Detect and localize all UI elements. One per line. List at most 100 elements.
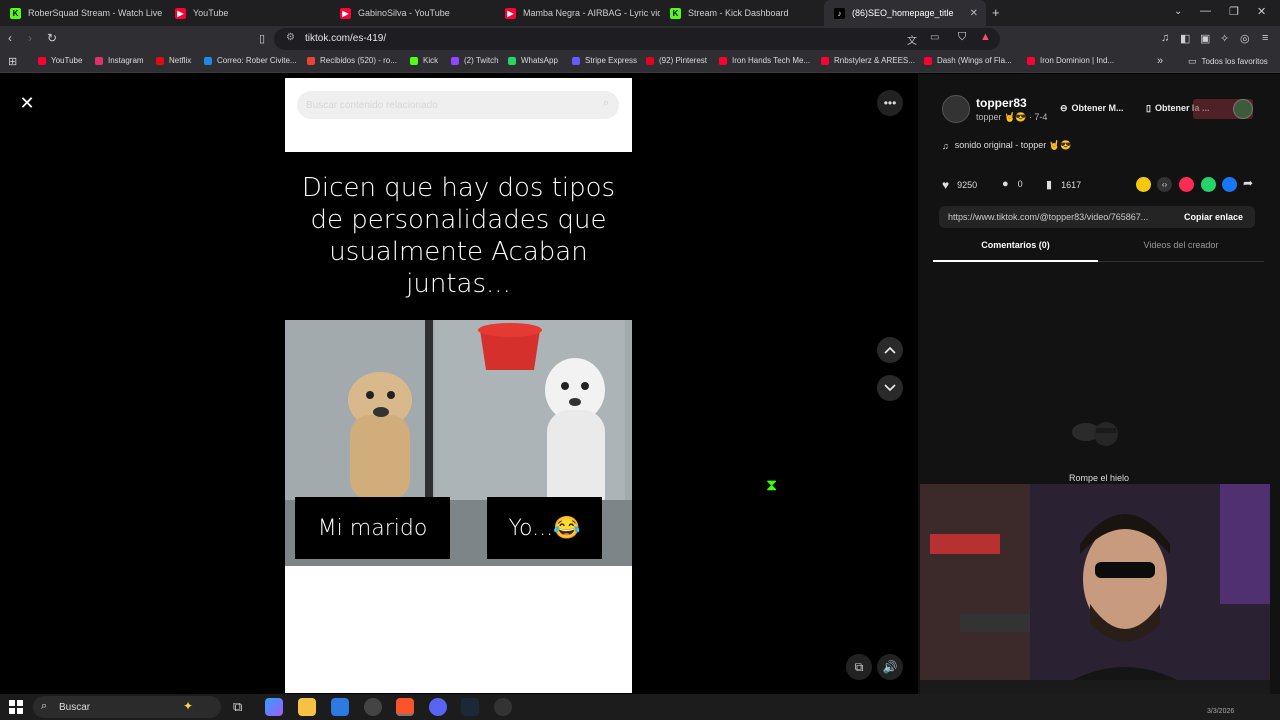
- bookmark-favicon-icon: [95, 56, 103, 65]
- sound-row[interactable]: ♫ sonido original - topper 🤘😎: [942, 140, 1071, 151]
- sidebar-icon[interactable]: ◧: [1180, 32, 1190, 45]
- url-text: tiktok.com/es-419/: [305, 33, 387, 44]
- embed-icon[interactable]: ‹›: [1157, 177, 1172, 192]
- send-icon[interactable]: [1179, 177, 1194, 192]
- site-info-icon[interactable]: ⚙: [286, 32, 295, 43]
- apps-grid-icon[interactable]: ⊞: [8, 55, 17, 68]
- share-arrow-icon[interactable]: ➦: [1243, 176, 1253, 190]
- bookmark-favicon-icon: [572, 56, 580, 65]
- bookmark-item[interactable]: Rnbstylerz & AREES...: [821, 56, 915, 65]
- bookmark-favicon-icon: [410, 56, 418, 65]
- sound-name: sonido original - topper 🤘😎: [954, 140, 1072, 150]
- pip-icon[interactable]: ⧉: [846, 654, 872, 680]
- comment-count: 0: [1017, 179, 1023, 189]
- get-coins-button[interactable]: ⊖ Obtener M...: [1060, 97, 1140, 119]
- bookmark-item[interactable]: Instagram: [95, 56, 144, 65]
- new-tab-button[interactable]: +: [992, 5, 1000, 20]
- forward-icon[interactable]: ›: [28, 31, 32, 45]
- browser-tab[interactable]: K RoberSquad Stream - Watch Live: [0, 0, 165, 26]
- close-viewer-button[interactable]: ✕: [17, 93, 37, 113]
- volume-icon[interactable]: 🔊: [877, 654, 903, 680]
- comment-button[interactable]: ● 0: [1002, 178, 1023, 190]
- facebook-icon[interactable]: [1222, 177, 1237, 192]
- video-caption: Dicen que hay dos tipos de personalidade…: [301, 173, 616, 299]
- bookmark-icon[interactable]: ▯: [259, 32, 265, 45]
- obs-icon[interactable]: [494, 698, 512, 716]
- translate-icon[interactable]: 文: [907, 32, 917, 47]
- steam-icon[interactable]: [461, 698, 479, 716]
- youtube-icon: ▶: [340, 7, 351, 19]
- avatar[interactable]: [942, 95, 970, 123]
- browser-tab[interactable]: K Stream - Kick Dashboard: [660, 0, 825, 26]
- reload-icon[interactable]: ↻: [47, 31, 57, 45]
- taskbar-search[interactable]: ⌕ Buscar ✦: [33, 696, 221, 718]
- bookmark-item[interactable]: Correo: Rober Civite...: [204, 56, 297, 65]
- tab-creator-videos[interactable]: Videos del creador: [1098, 240, 1264, 262]
- related-search-input[interactable]: Buscar contenido relacionado ⌕: [297, 91, 619, 119]
- menu-icon[interactable]: ≡: [1262, 32, 1268, 44]
- url-field[interactable]: ⚙ tiktok.com/es-419/ 文 ▭ ⛉ ▲: [274, 28, 1000, 50]
- discord-icon[interactable]: [429, 698, 447, 716]
- bookmark-item[interactable]: (2) Twitch: [451, 56, 499, 65]
- bookmark-item[interactable]: (92) Pinterest: [646, 56, 707, 65]
- copy-link-button[interactable]: Copiar enlace: [1184, 212, 1243, 222]
- bookmark-item[interactable]: YouTube: [38, 56, 82, 65]
- minimize-icon[interactable]: —: [1200, 5, 1211, 17]
- all-bookmarks-folder[interactable]: ▭ Todos los favoritos: [1188, 56, 1268, 67]
- browser-tab[interactable]: ▶ YouTube: [165, 0, 330, 26]
- browser-tab-active[interactable]: ♪ (86)SEO_homepage_title ✕: [824, 0, 986, 26]
- search-icon[interactable]: ⌕: [603, 97, 609, 110]
- bookmark-item[interactable]: Kick: [410, 56, 438, 65]
- brave-browser-icon[interactable]: [396, 698, 414, 716]
- windows-start-icon[interactable]: [9, 700, 23, 714]
- copilot-icon[interactable]: [265, 698, 283, 716]
- previous-video-button[interactable]: [877, 337, 903, 363]
- chevron-down-icon[interactable]: ⌄: [1174, 6, 1182, 17]
- profile-avatar[interactable]: [1233, 99, 1253, 119]
- file-explorer-icon[interactable]: [298, 698, 316, 716]
- webcam-overlay: [920, 484, 1270, 710]
- whatsapp-icon[interactable]: [1201, 177, 1216, 192]
- close-tab-icon[interactable]: ✕: [970, 8, 978, 19]
- coin-share-icon[interactable]: [1136, 177, 1151, 192]
- bookmark-item[interactable]: Stripe Express: [572, 56, 637, 65]
- microsoft-store-icon[interactable]: [331, 698, 349, 716]
- bookmark-label: Netflix: [169, 56, 192, 65]
- leo-ai-icon[interactable]: ✧: [1220, 32, 1229, 45]
- save-button[interactable]: ▮ 1617: [1046, 178, 1081, 191]
- app-icon[interactable]: [364, 698, 382, 716]
- hourglass-cursor-icon: ⧗: [766, 477, 778, 494]
- like-button[interactable]: ♥ 9250: [942, 178, 977, 192]
- back-icon[interactable]: ‹: [8, 31, 12, 45]
- username[interactable]: topper83: [976, 96, 1027, 110]
- browser-tab[interactable]: ▶ Mamba Negra - AIRBAG - Lyric video: [495, 0, 660, 26]
- task-view-icon[interactable]: ⧉: [233, 699, 242, 715]
- tab-comments[interactable]: Comentarios (0): [933, 240, 1098, 262]
- close-window-icon[interactable]: ✕: [1257, 5, 1266, 18]
- video-link[interactable]: https://www.tiktok.com/@topper83/video/7…: [948, 212, 1173, 222]
- bookmark-item[interactable]: Recibidos (520) - ro...: [307, 56, 397, 65]
- bookmark-label: Stripe Express: [585, 56, 638, 65]
- more-bookmarks-icon[interactable]: »: [1157, 55, 1163, 67]
- bookmark-item[interactable]: WhatsApp: [508, 56, 558, 65]
- vpn-icon[interactable]: ◎: [1240, 32, 1250, 45]
- next-video-button[interactable]: [877, 375, 903, 401]
- bookmark-label: Rnbstylerz & AREES...: [834, 56, 915, 65]
- bookmark-item[interactable]: Netflix: [156, 56, 191, 65]
- cast-icon[interactable]: ▭: [930, 32, 939, 43]
- bookmark-item[interactable]: Dash (Wings of Fla...: [924, 56, 1012, 65]
- more-options-icon[interactable]: •••: [877, 90, 903, 116]
- get-coins-label: Obtener M...: [1071, 103, 1124, 113]
- heart-icon: ♥: [942, 178, 950, 192]
- brave-rewards-icon[interactable]: ▲: [980, 31, 991, 43]
- music-icon[interactable]: ♫: [1161, 32, 1169, 44]
- bookmark-favicon-icon: [1027, 56, 1035, 65]
- label-yo: Yo...😂: [487, 497, 602, 559]
- brave-shield-icon[interactable]: ⛉: [958, 31, 966, 44]
- empty-comments-illustration: [1064, 418, 1134, 458]
- restore-icon[interactable]: ❐: [1229, 5, 1239, 18]
- wallet-icon[interactable]: ▣: [1200, 32, 1210, 45]
- bookmark-item[interactable]: Iron Dominion | Ind...: [1027, 56, 1114, 65]
- browser-tab[interactable]: ▶ GabinoSilva - YouTube: [330, 0, 495, 26]
- bookmark-item[interactable]: Iron Hands Tech Me...: [719, 56, 810, 65]
